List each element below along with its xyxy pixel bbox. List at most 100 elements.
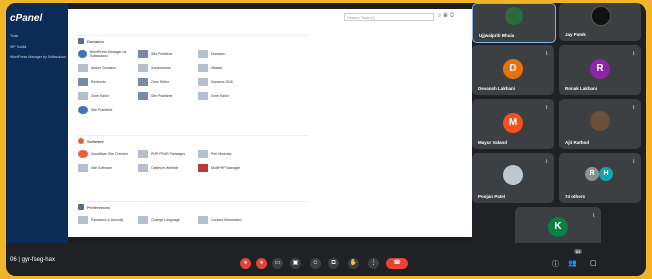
tool-icon (198, 64, 208, 72)
tool-item[interactable]: Site Publisher (78, 106, 138, 114)
tool-item[interactable]: Redirects (78, 78, 138, 86)
cpanel-nav-item[interactable]: WP Toolkit (10, 45, 68, 50)
cpanel-sidebar: cPanel Tools WP Toolkit WordPress Manage… (6, 3, 68, 243)
tool-icon (138, 64, 148, 72)
tool-icon (78, 164, 88, 172)
tool-grid: WordPress Manager by Softaculous Site Pu… (78, 50, 308, 114)
avatar: R (590, 59, 610, 79)
tool-item[interactable]: Dynamic DNS (198, 78, 258, 86)
tool-item[interactable]: Zone Editor (198, 92, 258, 100)
section-header[interactable]: Preferences (78, 201, 308, 210)
tool-icon (78, 216, 88, 224)
participant-name: Ujjwalpriti Bhuia (479, 33, 515, 38)
tool-item[interactable]: Subdomains (138, 64, 198, 72)
participant-tile[interactable]: ⌇ Ajit Rathod (559, 99, 641, 149)
mic-muted-icon: ⌇ (632, 51, 635, 57)
raise-hand-icon[interactable]: ✋ (348, 258, 359, 269)
mic-muted-icon: ⌇ (592, 213, 595, 219)
cpanel-top-icons: ⌕ ◉ ◎ (438, 13, 454, 20)
participant-tile[interactable]: Jay Patek (559, 3, 641, 41)
tool-item[interactable]: WordPress Manager by Softaculous (78, 50, 138, 58)
avatar: R (585, 167, 599, 181)
tool-icon (138, 150, 148, 158)
participant-tile[interactable]: ⌇ Poojan Patel (472, 153, 554, 203)
mic-off-icon[interactable]: ● (240, 258, 251, 269)
section-title: Software (87, 138, 104, 144)
participant-tile[interactable]: ⌇ R H 74 others (559, 153, 641, 203)
tool-icon (138, 50, 148, 58)
participant-tile[interactable]: ⌇ R Ronak Lakhani (559, 45, 641, 95)
cpanel-nav-item[interactable]: Tools (10, 34, 68, 39)
tool-item[interactable]: Zone Editor (138, 78, 198, 86)
captions-icon[interactable]: ▭ (272, 258, 283, 269)
section-software: Software Cloudflare Site Checker PHP PEA… (78, 135, 308, 172)
present-icon[interactable]: ▣ (290, 258, 301, 269)
cpanel-nav-item[interactable]: WordPress Manager by Softaculous (10, 55, 68, 60)
meet-window: cPanel Tools WP Toolkit WordPress Manage… (6, 3, 646, 276)
avatar (591, 6, 611, 26)
meeting-code[interactable]: gyr-fseg-hax (22, 257, 55, 263)
camera-off-icon[interactable]: ● (256, 258, 267, 269)
section-icon (78, 38, 84, 44)
bell-icon[interactable]: ◎ (449, 13, 454, 19)
tool-item[interactable]: Addon Domains (78, 64, 138, 72)
emoji-icon[interactable]: ☺ (310, 258, 321, 269)
tool-item[interactable]: Domains (198, 50, 258, 58)
section-header[interactable]: Software (78, 135, 308, 144)
cpanel-nav: Tools WP Toolkit WordPress Manager by So… (6, 34, 68, 60)
section-domains: Domains WordPress Manager by Softaculous… (78, 35, 308, 114)
info-icon[interactable]: ⓘ (552, 259, 559, 269)
mic-muted-icon: ⌇ (545, 159, 548, 165)
tool-item[interactable]: Contact Information (198, 216, 258, 224)
participant-name: Devansh Lakhani (478, 86, 516, 91)
mic-muted-icon: ⌇ (545, 105, 548, 111)
tool-item[interactable]: Change Language (138, 216, 198, 224)
more-options-icon[interactable]: ⋮ (368, 258, 379, 269)
section-title: Domains (87, 38, 104, 44)
user-icon[interactable]: ◉ (443, 13, 448, 19)
tool-item[interactable]: Optimize Website (138, 164, 198, 172)
participant-name: Mayur Valand (478, 140, 508, 145)
participant-tile[interactable]: ⌇ D Devansh Lakhani (472, 45, 554, 95)
participant-tile[interactable]: Ujjwalpriti Bhuia (472, 3, 556, 43)
cpanel-search-input[interactable]: Search Tools (/) (344, 13, 434, 21)
tool-item[interactable]: PHP PEAR Packages (138, 150, 198, 158)
section-preferences: Preferences Password & Security Change L… (78, 201, 308, 224)
tool-item[interactable]: Password & Security (78, 216, 138, 224)
avatar: M (503, 113, 523, 133)
chat-icon[interactable]: ▢ (590, 259, 597, 267)
tool-icon (138, 164, 148, 172)
tool-item[interactable]: MultiPHP Manager (198, 164, 258, 172)
mic-muted-icon: ⌇ (632, 159, 635, 165)
tool-grid: Cloudflare Site Checker PHP PEAR Package… (78, 150, 308, 172)
share-screen-icon[interactable]: ⧉ (328, 258, 339, 269)
search-icon[interactable]: ⌕ (438, 13, 441, 19)
participant-tile[interactable]: ⌇ M Mayur Valand (472, 99, 554, 149)
tool-item[interactable]: Site Publisher (138, 50, 198, 58)
leave-call-button[interactable]: ☎ (386, 258, 408, 269)
tool-item[interactable]: Cloudflare Site Checker (78, 150, 138, 158)
tool-item[interactable]: Aliases (198, 64, 258, 72)
avatar: H (599, 167, 613, 181)
screen-share: cPanel Tools WP Toolkit WordPress Manage… (6, 3, 472, 243)
meeting-control-bar: 06 | gyr-fseg-hax ● ● ▭ ▣ ☺ ⧉ ✋ ⋮ ☎ ⓘ 👥 … (6, 243, 646, 276)
tool-icon (78, 64, 88, 72)
tool-item[interactable]: Perl Modules (198, 150, 258, 158)
tool-item[interactable]: Zone Editor (78, 92, 138, 100)
avatar (503, 165, 523, 185)
cpanel-logo: cPanel (10, 13, 43, 24)
people-icon[interactable]: 👥 (568, 259, 577, 267)
participant-name: Ronak Lakhani (565, 86, 598, 91)
participant-name: 74 others (565, 194, 586, 199)
avatar (505, 7, 523, 25)
tool-icon (198, 78, 208, 86)
tool-icon (198, 150, 208, 158)
section-header[interactable]: Domains (78, 35, 308, 44)
tool-item[interactable]: Site Publisher (138, 92, 198, 100)
section-icon (78, 138, 84, 144)
avatar: K (548, 217, 568, 237)
participant-name: Ajit Rathod (565, 140, 589, 145)
wordpress-icon (78, 50, 87, 58)
mic-muted-icon: ⌇ (632, 105, 635, 111)
tool-item[interactable]: Site Software (78, 164, 138, 172)
